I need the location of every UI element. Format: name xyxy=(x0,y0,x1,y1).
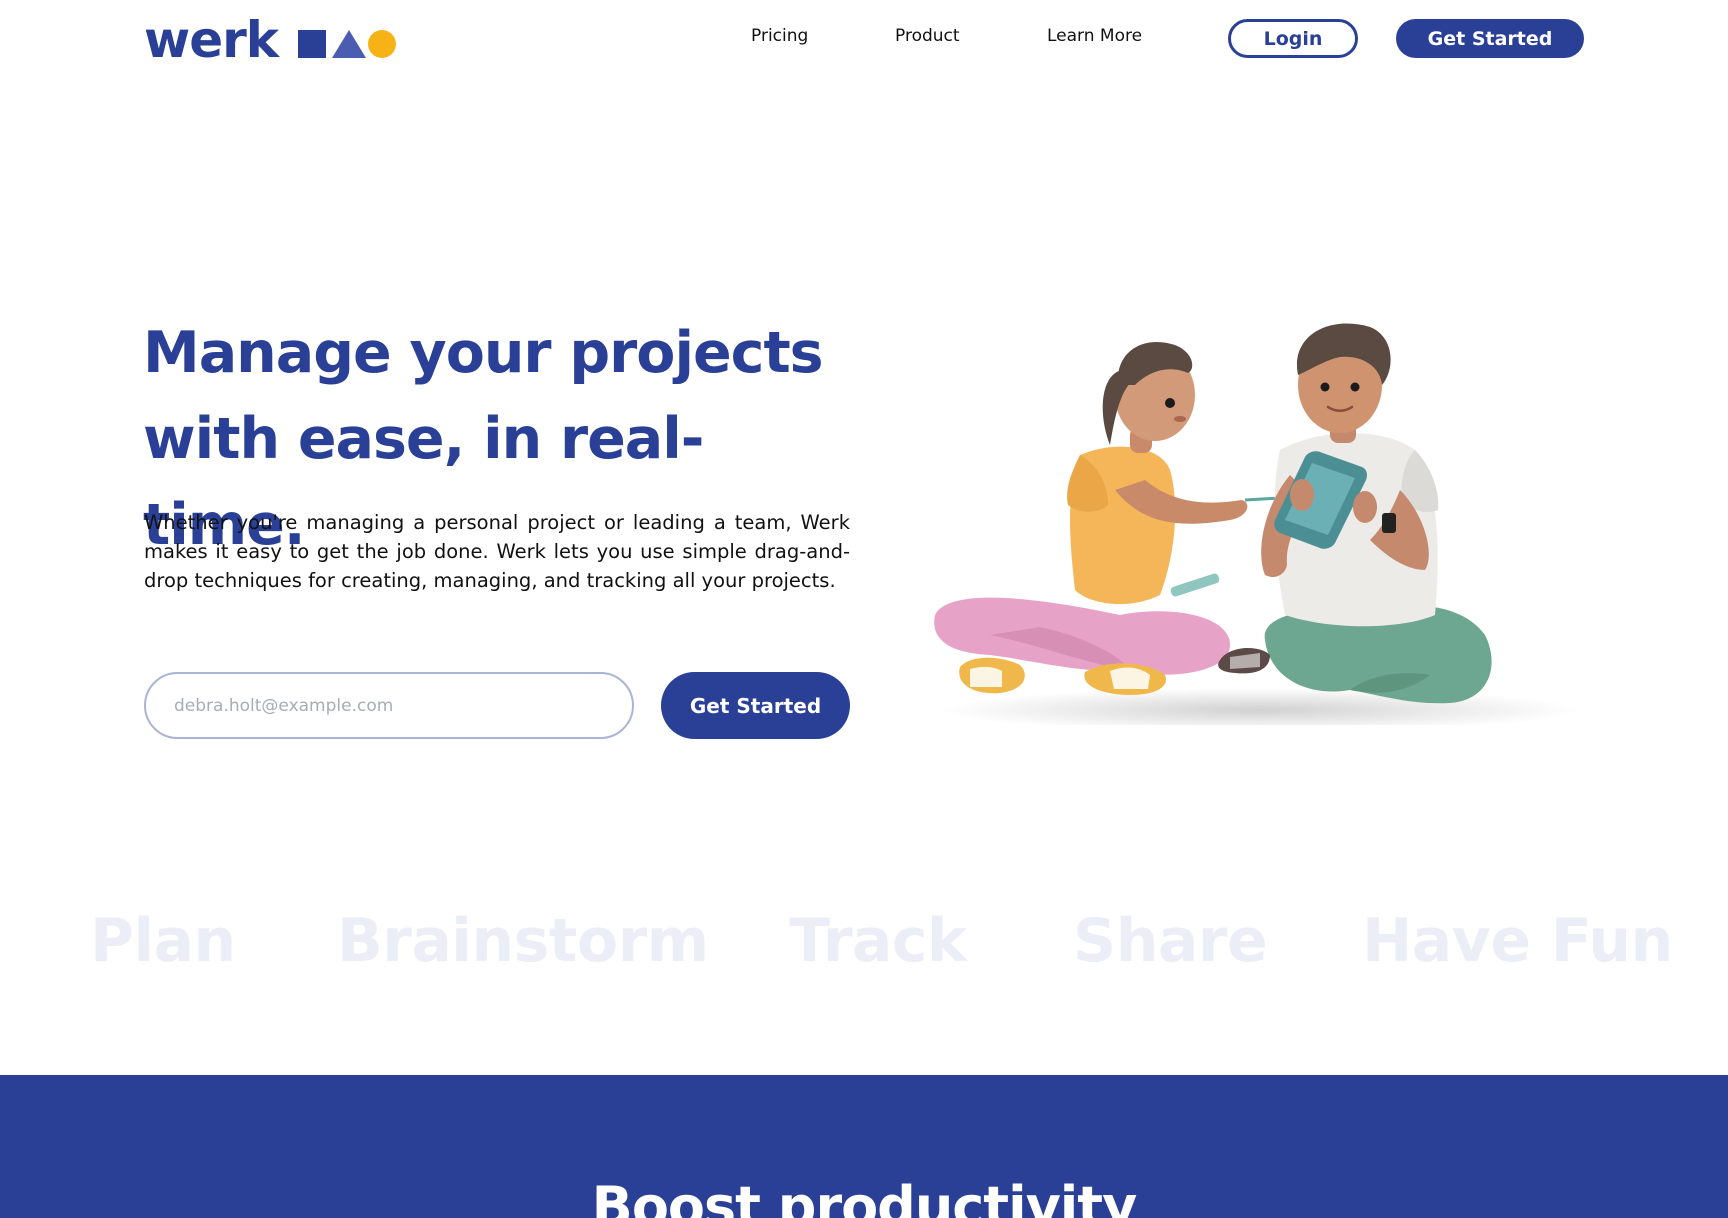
logo-shapes-icon xyxy=(298,30,397,58)
hero-description: Whether you're managing a personal proje… xyxy=(144,511,850,592)
hero-get-started-button[interactable]: Get Started xyxy=(661,672,850,739)
two-people-with-tablet-illustration xyxy=(930,315,1586,732)
feature-word-plan: Plan xyxy=(90,906,236,976)
hero-title-line-1: Manage your projects xyxy=(143,320,824,386)
brand-wordmark: werk xyxy=(144,11,279,69)
triangle-icon xyxy=(332,30,367,58)
square-icon xyxy=(298,30,327,58)
top-navigation: werk Pricing Product Learn More Login Ge… xyxy=(0,0,1728,80)
nav-link-pricing[interactable]: Pricing xyxy=(751,26,808,46)
feature-word-share: Share xyxy=(1073,906,1268,976)
feature-word-brainstorm: Brainstorm xyxy=(337,906,709,976)
boost-productivity-section: Boost productivity xyxy=(0,1075,1728,1218)
nav-get-started-button[interactable]: Get Started xyxy=(1396,19,1584,58)
nav-link-product[interactable]: Product xyxy=(895,26,960,46)
login-button[interactable]: Login xyxy=(1228,19,1358,58)
circle-icon xyxy=(368,30,397,58)
nav-link-learn-more[interactable]: Learn More xyxy=(1047,26,1142,46)
feature-word-have-fun: Have Fun xyxy=(1362,906,1673,976)
section-title: Boost productivity xyxy=(591,1175,1138,1218)
feature-word-track: Track xyxy=(789,906,967,976)
brand-logo[interactable]: werk xyxy=(144,10,397,70)
email-input[interactable] xyxy=(144,672,634,739)
